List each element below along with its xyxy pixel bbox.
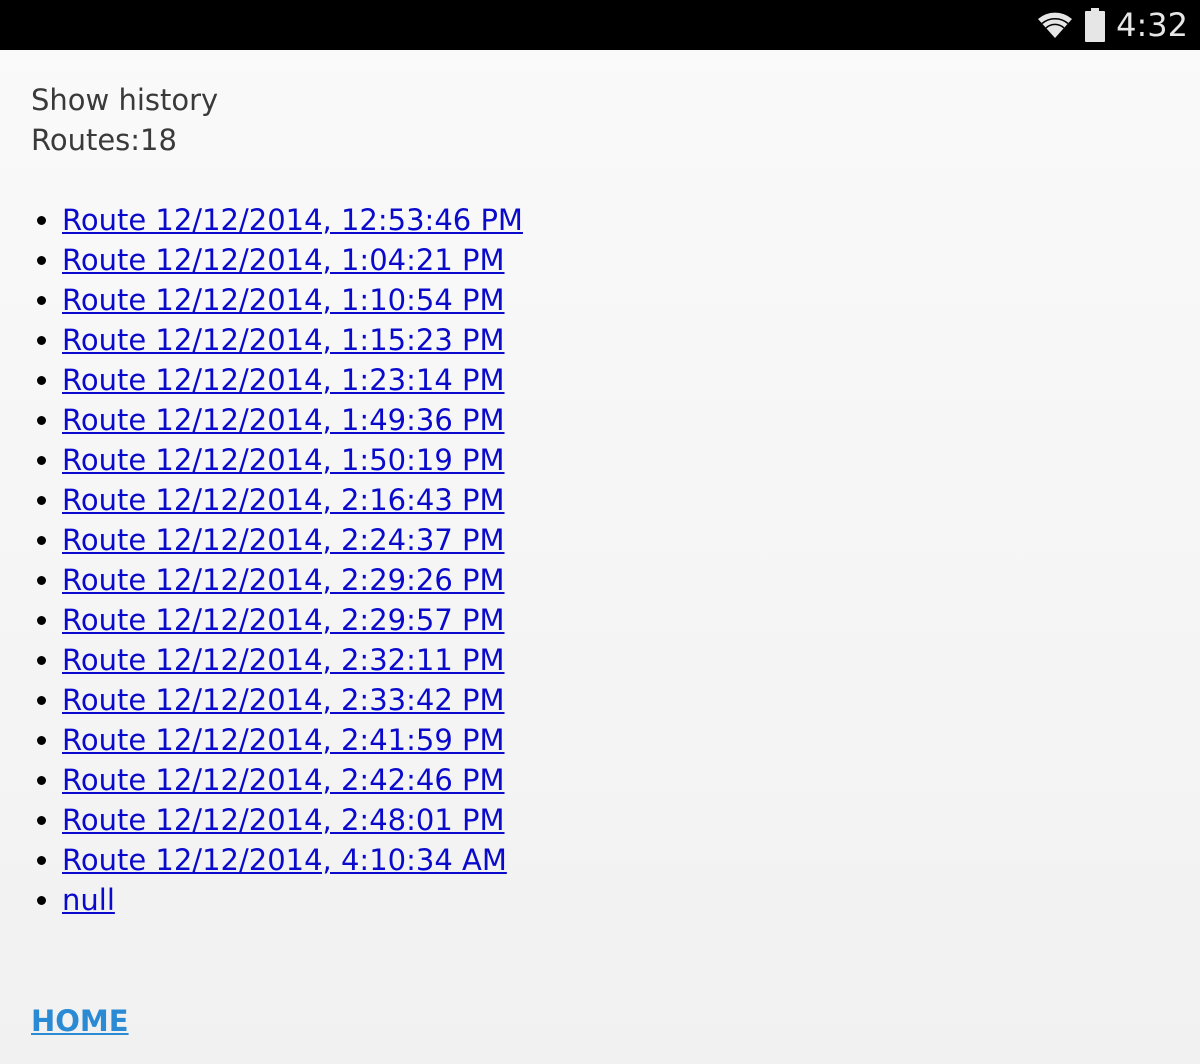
route-link[interactable]: Route 12/12/2014, 1:04:21 PM bbox=[62, 243, 505, 277]
status-icons: 4:32 bbox=[1036, 0, 1188, 50]
route-link[interactable]: Route 12/12/2014, 12:53:46 PM bbox=[62, 203, 523, 237]
page-title: Show history bbox=[31, 83, 219, 117]
home-link[interactable]: HOME bbox=[31, 1001, 129, 1041]
route-link[interactable]: Route 12/12/2014, 1:23:14 PM bbox=[62, 363, 505, 397]
route-list-item: Route 12/12/2014, 1:49:36 PM bbox=[62, 400, 523, 440]
route-link[interactable]: Route 12/12/2014, 2:29:57 PM bbox=[62, 603, 505, 637]
route-link[interactable]: Route 12/12/2014, 1:50:19 PM bbox=[62, 443, 505, 477]
route-list-item: Route 12/12/2014, 2:42:46 PM bbox=[62, 760, 523, 800]
routes-count: Routes:18 bbox=[31, 123, 177, 157]
route-link[interactable]: Route 12/12/2014, 1:49:36 PM bbox=[62, 403, 505, 437]
route-list-item: Route 12/12/2014, 1:15:23 PM bbox=[62, 320, 523, 360]
status-bar: 4:32 bbox=[0, 0, 1200, 50]
route-list-item: Route 12/12/2014, 2:29:57 PM bbox=[62, 600, 523, 640]
route-list-item: Route 12/12/2014, 4:10:34 AM bbox=[62, 840, 523, 880]
route-link[interactable]: Route 12/12/2014, 2:41:59 PM bbox=[62, 723, 505, 757]
route-link[interactable]: Route 12/12/2014, 2:29:26 PM bbox=[62, 563, 505, 597]
route-list-item: Route 12/12/2014, 1:23:14 PM bbox=[62, 360, 523, 400]
route-link[interactable]: Route 12/12/2014, 2:32:11 PM bbox=[62, 643, 505, 677]
route-list-item: Route 12/12/2014, 1:50:19 PM bbox=[62, 440, 523, 480]
route-list-item: Route 12/12/2014, 2:48:01 PM bbox=[62, 800, 523, 840]
route-link[interactable]: Route 12/12/2014, 2:48:01 PM bbox=[62, 803, 505, 837]
history-content: Show history Routes:18 Route 12/12/2014,… bbox=[31, 80, 523, 920]
route-list-item: Route 12/12/2014, 2:33:42 PM bbox=[62, 680, 523, 720]
route-link[interactable]: Route 12/12/2014, 2:16:43 PM bbox=[62, 483, 505, 517]
route-list-item: null bbox=[62, 880, 523, 920]
route-list: Route 12/12/2014, 12:53:46 PM Route 12/12… bbox=[31, 200, 523, 920]
route-link[interactable]: Route 12/12/2014, 2:33:42 PM bbox=[62, 683, 505, 717]
wifi-icon bbox=[1038, 12, 1073, 38]
route-link[interactable]: null bbox=[62, 883, 115, 917]
route-list-item: Route 12/12/2014, 2:16:43 PM bbox=[62, 480, 523, 520]
route-link[interactable]: Route 12/12/2014, 2:42:46 PM bbox=[62, 763, 505, 797]
route-list-item: Route 12/12/2014, 2:29:26 PM bbox=[62, 560, 523, 600]
route-list-item: Route 12/12/2014, 1:04:21 PM bbox=[62, 240, 523, 280]
clock: 4:32 bbox=[1116, 6, 1188, 44]
route-link[interactable]: Route 12/12/2014, 1:10:54 PM bbox=[62, 283, 505, 317]
route-link[interactable]: Route 12/12/2014, 1:15:23 PM bbox=[62, 323, 505, 357]
battery-icon bbox=[1085, 8, 1106, 42]
route-link[interactable]: Route 12/12/2014, 2:24:37 PM bbox=[62, 523, 505, 557]
route-list-item: Route 12/12/2014, 2:32:11 PM bbox=[62, 640, 523, 680]
route-list-item: Route 12/12/2014, 2:24:37 PM bbox=[62, 520, 523, 560]
route-list-item: Route 12/12/2014, 2:41:59 PM bbox=[62, 720, 523, 760]
route-list-item: Route 12/12/2014, 12:53:46 PM bbox=[62, 200, 523, 240]
route-link[interactable]: Route 12/12/2014, 4:10:34 AM bbox=[62, 843, 507, 877]
route-list-item: Route 12/12/2014, 1:10:54 PM bbox=[62, 280, 523, 320]
